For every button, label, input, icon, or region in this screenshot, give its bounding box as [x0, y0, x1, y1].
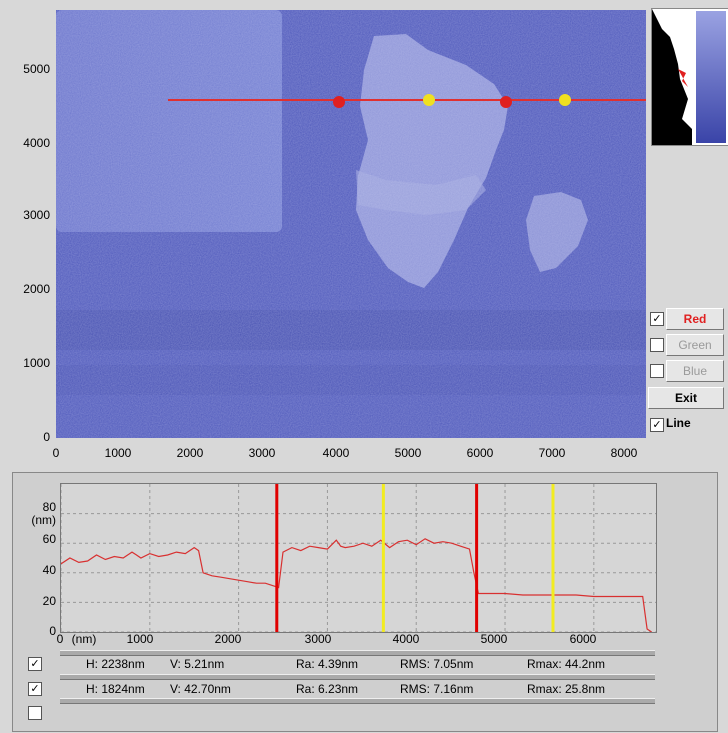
- stat-ra: Ra: 4.39nm: [296, 657, 359, 671]
- stat-rms: RMS: 7.05nm: [400, 657, 474, 671]
- afm-image-canvas: [56, 10, 646, 438]
- image-x-tick: 3000: [248, 446, 276, 460]
- channel-blue-row: Blue: [648, 360, 728, 382]
- profile-x-tick: 5000: [480, 632, 508, 646]
- image-x-tick: 7000: [538, 446, 566, 460]
- image-x-tick: 6000: [466, 446, 494, 460]
- red-button[interactable]: Red: [666, 308, 724, 330]
- profile-chart-canvas: [60, 484, 656, 633]
- image-x-tick: 1000: [104, 446, 132, 460]
- profile-x-tick: 4000: [392, 632, 420, 646]
- stats-row-1: H: 2238nm V: 5.21nm Ra: 4.39nm RMS: 7.05…: [60, 657, 655, 673]
- line-label: Line: [666, 416, 691, 430]
- stats-row-2: H: 1824nm V: 42.70nm Ra: 6.23nm RMS: 7.1…: [60, 682, 655, 698]
- profile-plot[interactable]: [60, 483, 657, 633]
- stats-row-2-checkbox[interactable]: ✓: [28, 682, 42, 696]
- stat-rms: RMS: 7.16nm: [400, 682, 474, 696]
- cursor-slider-red[interactable]: [60, 650, 655, 656]
- height-histogram: [651, 8, 728, 146]
- image-y-tick: 5000: [23, 62, 50, 76]
- image-y-tick: 4000: [23, 136, 50, 150]
- stat-v: V: 42.70nm: [170, 682, 231, 696]
- stats-row-3-checkbox[interactable]: [28, 706, 42, 720]
- profile-y-tick: 80: [42, 500, 56, 514]
- cursor-slider-yellow[interactable]: [60, 674, 655, 680]
- image-x-tick: 4000: [322, 446, 350, 460]
- histogram-shape: [652, 9, 692, 145]
- image-y-tick: 0: [43, 430, 50, 444]
- profile-y-unit: (nm): [31, 513, 56, 527]
- channel-red-row: ✓ Red: [648, 308, 728, 330]
- image-x-tick: 5000: [394, 446, 422, 460]
- yellow-cursor-marker: [559, 94, 571, 106]
- channel-green-row: Green: [648, 334, 728, 356]
- blue-checkbox[interactable]: [650, 364, 664, 378]
- stat-h: H: 1824nm: [86, 682, 145, 696]
- profile-x-unit: (nm): [71, 632, 97, 646]
- yellow-cursor-marker: [423, 94, 435, 106]
- stat-ra: Ra: 6.23nm: [296, 682, 359, 696]
- profile-y-tick: 20: [42, 594, 56, 608]
- image-x-tick: 2000: [176, 446, 204, 460]
- green-checkbox[interactable]: [650, 338, 664, 352]
- red-cursor-marker: [500, 96, 512, 108]
- image-y-tick: 2000: [23, 282, 50, 296]
- profile-x-tick: 2000: [214, 632, 242, 646]
- stat-v: V: 5.21nm: [170, 657, 225, 671]
- profile-x-tick: 3000: [304, 632, 332, 646]
- red-cursor-marker: [333, 96, 345, 108]
- profile-x-tick: 6000: [569, 632, 597, 646]
- stat-rmax: Rmax: 25.8nm: [527, 682, 606, 696]
- stats-row-1-checkbox[interactable]: ✓: [28, 657, 42, 671]
- image-x-tick: 0: [52, 446, 60, 460]
- image-y-tick: 3000: [23, 208, 50, 222]
- image-x-tick: 8000: [610, 446, 638, 460]
- line-row: ✓ Line: [648, 414, 728, 436]
- stat-rmax: Rmax: 44.2nm: [527, 657, 606, 671]
- color-scale-bar: [696, 11, 726, 143]
- line-checkbox[interactable]: ✓: [650, 418, 664, 432]
- cursor-slider-extra[interactable]: [60, 698, 655, 704]
- afm-image[interactable]: [56, 10, 646, 438]
- profile-y-tick: 60: [42, 532, 56, 546]
- exit-row: Exit: [648, 387, 728, 409]
- exit-button[interactable]: Exit: [648, 387, 724, 409]
- red-checkbox[interactable]: ✓: [650, 312, 664, 326]
- histogram-canvas: [652, 9, 726, 145]
- image-y-tick: 1000: [23, 356, 50, 370]
- profile-y-tick: 40: [42, 563, 56, 577]
- stat-h: H: 2238nm: [86, 657, 145, 671]
- profile-x-tick: 1000: [126, 632, 154, 646]
- blue-button[interactable]: Blue: [666, 360, 724, 382]
- green-button[interactable]: Green: [666, 334, 724, 356]
